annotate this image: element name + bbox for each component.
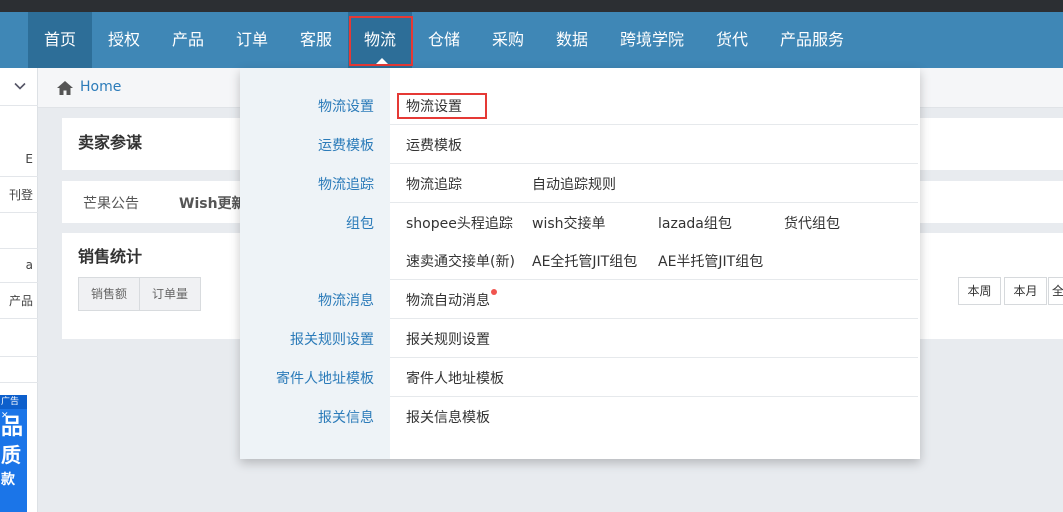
- metric-order-count-button[interactable]: 订单量: [139, 277, 201, 311]
- sidebar-item-fragment[interactable]: 刊登: [9, 186, 33, 203]
- link-logistics-auto-messages[interactable]: 物流自动消息: [406, 290, 490, 310]
- nav-data[interactable]: 数据: [540, 12, 604, 68]
- tab-wish-updates[interactable]: Wish更新: [179, 193, 246, 213]
- nav-freight-forwarding[interactable]: 货代: [700, 12, 764, 68]
- nav-warehouse[interactable]: 仓储: [412, 12, 476, 68]
- category-shipping-templates[interactable]: 运费模板: [318, 135, 374, 155]
- nav-home[interactable]: 首页: [28, 12, 92, 68]
- menu-row-divider: [390, 357, 918, 358]
- sidebar-item-fragment[interactable]: a: [26, 258, 33, 272]
- tab-mango-announcement[interactable]: 芒果公告: [83, 193, 139, 213]
- nav-cross-border-academy[interactable]: 跨境学院: [604, 12, 700, 68]
- link-wish-handover-sheet[interactable]: wish交接单: [532, 213, 606, 233]
- nav-product-services[interactable]: 产品服务: [764, 12, 860, 68]
- link-lazada-packaging[interactable]: lazada组包: [658, 213, 732, 233]
- category-logistics-messages[interactable]: 物流消息: [318, 290, 374, 310]
- sidebar-divider: [0, 356, 38, 357]
- menu-row-divider: [390, 163, 918, 164]
- nav-authorization[interactable]: 授权: [92, 12, 156, 68]
- home-icon: [57, 81, 73, 95]
- chevron-down-icon: [14, 82, 26, 90]
- category-customs-rule-settings[interactable]: 报关规则设置: [290, 329, 374, 349]
- menu-row-divider: [390, 318, 918, 319]
- notification-dot-icon: [491, 289, 497, 295]
- ad-text: 质: [1, 443, 21, 467]
- nav-purchasing[interactable]: 采购: [476, 12, 540, 68]
- sidebar-divider: [0, 248, 38, 249]
- nav-orders[interactable]: 订单: [220, 12, 284, 68]
- sidebar: E 刊登 a 产品 广告 ✕ 品 质 款: [0, 68, 38, 512]
- ad-text: 品: [1, 415, 24, 440]
- link-customs-info-templates[interactable]: 报关信息模板: [406, 407, 490, 427]
- sidebar-divider: [0, 382, 38, 383]
- link-shopee-first-leg-tracking[interactable]: shopee头程追踪: [406, 213, 513, 233]
- category-sender-address-templates[interactable]: 寄件人地址模板: [276, 368, 374, 388]
- window-top-strip: [0, 0, 1063, 12]
- menu-category-column: 物流设置 运费模板 物流追踪 组包 物流消息 报关规则设置 寄件人地址模板 报关…: [240, 68, 390, 459]
- menu-row-divider: [390, 124, 918, 125]
- link-customs-rule-settings[interactable]: 报关规则设置: [406, 329, 490, 349]
- sidebar-ad-banner[interactable]: 广告 ✕ 品 质 款: [0, 395, 27, 512]
- menu-row-divider: [390, 279, 918, 280]
- sidebar-item-fragment[interactable]: 产品: [9, 292, 33, 309]
- link-logistics-tracking[interactable]: 物流追踪: [406, 174, 462, 194]
- category-packaging[interactable]: 组包: [346, 213, 374, 233]
- ad-label: 广告 ✕: [0, 395, 27, 421]
- range-all-button[interactable]: 全: [1048, 277, 1063, 305]
- metric-sales-amount-button[interactable]: 销售额: [78, 277, 140, 311]
- link-forwarder-packaging[interactable]: 货代组包: [784, 213, 840, 233]
- menu-row-divider: [390, 202, 918, 203]
- category-customs-info[interactable]: 报关信息: [318, 407, 374, 427]
- sales-statistics-title: 销售统计: [78, 247, 143, 266]
- link-ae-full-managed-jit-packaging[interactable]: AE全托管JIT组包: [532, 251, 637, 271]
- link-ae-semi-managed-jit-packaging[interactable]: AE半托管JIT组包: [658, 251, 763, 271]
- sidebar-toggle[interactable]: [0, 68, 38, 106]
- nav-products[interactable]: 产品: [156, 12, 220, 68]
- range-this-week-button[interactable]: 本周: [958, 277, 1001, 305]
- link-sender-address-templates[interactable]: 寄件人地址模板: [406, 368, 504, 388]
- link-auto-tracking-rules[interactable]: 自动追踪规则: [532, 174, 616, 194]
- link-aliexpress-handover-new[interactable]: 速卖通交接单(新): [406, 251, 515, 271]
- dropdown-caret-icon: [376, 58, 388, 64]
- category-logistics-settings[interactable]: 物流设置: [318, 96, 374, 116]
- sidebar-divider: [0, 212, 38, 213]
- range-this-month-button[interactable]: 本月: [1004, 277, 1047, 305]
- logistics-dropdown-menu: 物流设置 运费模板 物流追踪 组包 物流消息 报关规则设置 寄件人地址模板 报关…: [240, 68, 920, 459]
- sidebar-divider: [0, 176, 38, 177]
- menu-row-divider: [390, 396, 918, 397]
- top-navigation: 首页 授权 产品 订单 客服 物流 仓储 采购 数据 跨境学院 货代 产品服务: [0, 12, 1063, 68]
- nav-customer-service[interactable]: 客服: [284, 12, 348, 68]
- sidebar-item-fragment[interactable]: E: [25, 152, 33, 166]
- link-logistics-settings-highlight-box: [397, 93, 487, 119]
- seller-advisor-title: 卖家参谋: [78, 133, 143, 152]
- category-logistics-tracking[interactable]: 物流追踪: [318, 174, 374, 194]
- breadcrumb-home-link[interactable]: Home: [80, 79, 121, 95]
- ad-text: 款: [1, 472, 15, 488]
- sidebar-divider: [0, 318, 38, 319]
- sidebar-divider: [0, 282, 38, 283]
- link-shipping-templates[interactable]: 运费模板: [406, 135, 462, 155]
